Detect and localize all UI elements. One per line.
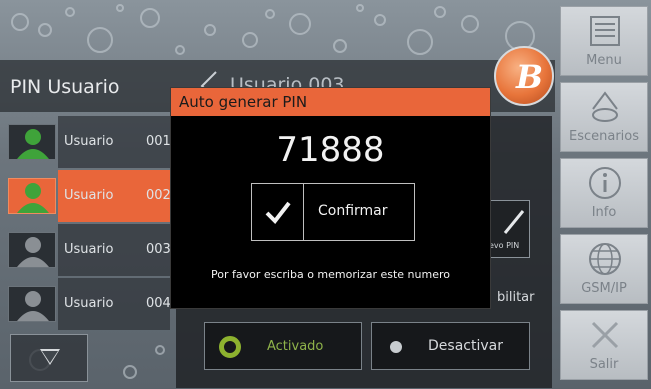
user-name: Usuario (64, 242, 114, 257)
new-pin-label: evo PIN (489, 241, 520, 250)
dialog-header: Auto generar PIN (171, 88, 490, 116)
dialog-note: Por favor escriba o memorizar este numer… (211, 268, 450, 281)
page-title: PIN Usuario (10, 76, 120, 98)
user-avatar-icon (8, 286, 56, 322)
user-avatar-icon (8, 178, 56, 214)
radio-on-icon (219, 336, 241, 358)
confirm-button[interactable]: Confirmar (251, 183, 415, 241)
sidebar-item-scenes[interactable]: Escenarios (560, 82, 648, 152)
deactivate-button[interactable]: Desactivar (371, 322, 530, 370)
list-item[interactable]: Usuario 004 (0, 278, 171, 330)
scenes-icon (592, 91, 618, 122)
sidebar-item-label: Info (591, 205, 617, 220)
checkmark-icon (252, 184, 304, 240)
user-name: Usuario (64, 296, 114, 311)
info-icon (589, 167, 621, 199)
sidebar-item-label: Salir (589, 357, 619, 372)
generated-pin: 71888 (276, 130, 385, 170)
user-name: Usuario (64, 188, 114, 203)
sidebar: Menu Escenarios Info GSM/IP Salir (557, 0, 651, 389)
sidebar-item-info[interactable]: Info (560, 158, 648, 228)
deactivate-label: Desactivar (428, 338, 503, 354)
sidebar-item-menu[interactable]: Menu (560, 6, 648, 76)
sidebar-item-exit[interactable]: Salir (560, 310, 648, 380)
pencil-icon (503, 210, 525, 234)
user-number: 003 (146, 242, 171, 257)
brand-logo: B (494, 46, 554, 106)
activated-label: Activado (267, 339, 324, 354)
user-name: Usuario (64, 134, 114, 149)
confirm-label: Confirmar (318, 203, 388, 219)
sidebar-item-gsm-ip[interactable]: GSM/IP (560, 234, 648, 304)
user-number: 002 (146, 188, 171, 203)
list-item-selected[interactable]: Usuario 002 (0, 170, 171, 222)
sidebar-item-label: Menu (586, 53, 622, 68)
sidebar-item-label: GSM/IP (581, 281, 627, 296)
user-number: 004 (146, 296, 171, 311)
auto-generate-pin-dialog: Auto generar PIN 71888 Confirmar Por fav… (170, 87, 491, 309)
list-item[interactable]: Usuario 001 (0, 116, 171, 168)
menu-list-icon (590, 16, 620, 46)
sidebar-item-label: Escenarios (568, 129, 640, 144)
list-item[interactable]: Usuario 003 (0, 224, 171, 276)
dialog-title: Auto generar PIN (179, 93, 308, 111)
scroll-down-button[interactable] (10, 334, 88, 382)
user-avatar-icon (8, 232, 56, 268)
enable-label: bilitar (497, 290, 535, 305)
user-number: 001 (146, 134, 171, 149)
globe-icon (589, 243, 621, 275)
new-pin-button[interactable]: evo PIN (489, 200, 530, 258)
exit-x-icon (591, 321, 619, 349)
radio-off-icon (390, 341, 402, 353)
user-avatar-icon (8, 124, 56, 160)
activated-button[interactable]: Activado (204, 322, 362, 370)
